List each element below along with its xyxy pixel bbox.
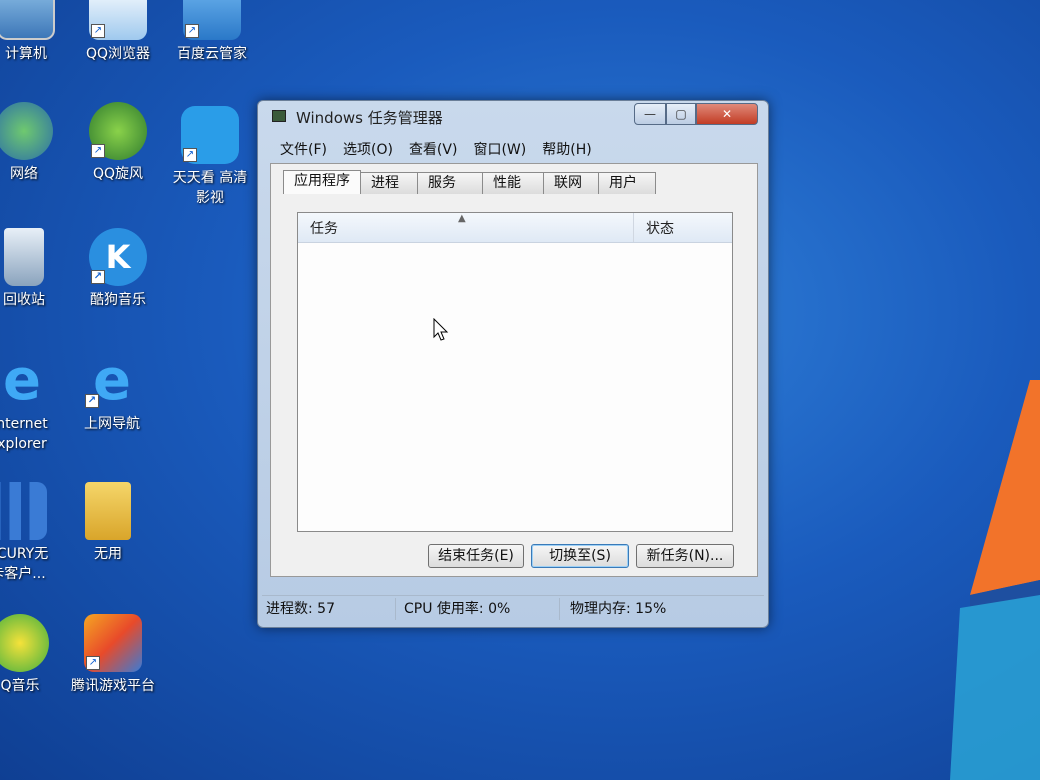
tab-applications[interactable]: 应用程序 <box>283 170 361 194</box>
desktop-icon-qq-whirlwind[interactable]: ↗ QQ旋风 <box>70 102 166 184</box>
desktop-icon-label: 天天看 高清 <box>172 170 248 186</box>
desktop-icon-label: RCURY无 <box>0 546 49 562</box>
column-header-status-label: 状态 <box>646 221 674 237</box>
status-bar: 进程数: 57 CPU 使用率: 0% 物理内存: 15% <box>262 595 764 621</box>
sort-ascending-icon: ▲ <box>458 213 466 224</box>
desktop-icon-label: QQ旋风 <box>92 166 144 182</box>
qq-music-icon <box>0 614 49 672</box>
title-bar[interactable]: Windows 任务管理器 — ▢ ✕ <box>258 101 768 133</box>
tab-strip: 应用程序 进程 服务 性能 联网 用户 <box>283 170 656 194</box>
list-header: ▲ 任务 状态 <box>298 213 732 243</box>
menu-options[interactable]: 选项(O) <box>343 139 393 159</box>
internet-explorer-icon: e ↗ <box>83 352 141 410</box>
video-player-icon: ↗ <box>181 106 239 164</box>
desktop-icon-label: 计算机 <box>5 46 47 62</box>
baidu-cloud-icon: ↗ <box>183 0 241 40</box>
status-physical-memory: 物理内存: 15% <box>570 600 667 617</box>
desktop-icon-label-line2: 卡客户... <box>0 566 46 582</box>
desktop-icon-mercury[interactable]: RCURY无 卡客户... <box>0 482 66 584</box>
desktop-icon-web-nav[interactable]: e ↗ 上网导航 <box>64 352 160 434</box>
qq-whirlwind-icon: ↗ <box>89 102 147 160</box>
close-button[interactable]: ✕ <box>696 103 758 125</box>
status-cpu-usage: CPU 使用率: 0% <box>396 597 560 620</box>
menu-file[interactable]: 文件(F) <box>280 139 327 159</box>
tab-performance[interactable]: 性能 <box>482 172 544 194</box>
network-icon <box>0 102 53 160</box>
shortcut-arrow-icon: ↗ <box>91 24 105 38</box>
desktop-icon-qq-browser[interactable]: ↗ QQ浏览器 <box>70 0 166 64</box>
desktop-icon-label: nternet <box>0 416 48 432</box>
content-panel: 应用程序 进程 服务 性能 联网 用户 ▲ 任务 状态 结束任务(E) 切换至(… <box>270 163 758 577</box>
desktop-icon-folder-unused[interactable]: 无用 <box>60 482 156 564</box>
task-manager-app-icon <box>272 110 286 122</box>
recycle-bin-icon <box>4 228 44 286</box>
desktop-icon-computer[interactable]: 计算机 <box>0 0 74 64</box>
desktop-icon-tiantiankan[interactable]: ↗ 天天看 高清 影视 <box>162 106 258 208</box>
shortcut-arrow-icon: ↗ <box>185 24 199 38</box>
maximize-button[interactable]: ▢ <box>666 103 696 125</box>
switch-to-button[interactable]: 切换至(S) <box>531 544 629 568</box>
desktop-icon-label-line2: xplorer <box>0 436 47 452</box>
desktop-icon-label: QQ浏览器 <box>85 46 151 62</box>
desktop-icon-label: 无用 <box>94 546 122 562</box>
tab-networking[interactable]: 联网 <box>543 172 599 194</box>
column-header-task[interactable]: ▲ 任务 <box>298 213 634 242</box>
windows-logo-wallpaper <box>950 380 1040 780</box>
desktop-icon-label: 酷狗音乐 <box>90 292 146 308</box>
window-title: Windows 任务管理器 <box>296 109 443 127</box>
kugou-music-icon: K ↗ <box>89 228 147 286</box>
shortcut-arrow-icon: ↗ <box>91 270 105 284</box>
desktop-icon-network[interactable]: 网络 <box>0 102 72 184</box>
new-task-button[interactable]: 新任务(N)... <box>636 544 734 568</box>
desktop-icon-label-line2: 影视 <box>196 190 224 206</box>
tab-services[interactable]: 服务 <box>417 172 483 194</box>
desktop-icon-label: 腾讯游戏平台 <box>71 678 155 694</box>
column-header-status[interactable]: 状态 <box>634 213 732 242</box>
desktop-icon-label: 网络 <box>10 166 38 182</box>
menu-window[interactable]: 窗口(W) <box>473 139 526 159</box>
folder-icon <box>85 482 131 540</box>
menu-help[interactable]: 帮助(H) <box>542 139 591 159</box>
minimize-button[interactable]: — <box>634 103 666 125</box>
desktop-icon-label: 百度云管家 <box>177 46 247 62</box>
desktop-icon-label: 回收站 <box>3 292 45 308</box>
desktop-icon-recycle-bin[interactable]: 回收站 <box>0 228 72 310</box>
menu-bar: 文件(F) 选项(O) 查看(V) 窗口(W) 帮助(H) <box>270 136 758 162</box>
desktop-icon-ie[interactable]: e nternet xplorer <box>0 352 70 454</box>
signal-bars-icon <box>0 482 47 540</box>
end-task-button[interactable]: 结束任务(E) <box>428 544 524 568</box>
mouse-pointer-icon <box>433 318 449 341</box>
tencent-games-icon: ↗ <box>84 614 142 672</box>
menu-view[interactable]: 查看(V) <box>409 139 458 159</box>
desktop-icon-baidu-cloud[interactable]: ↗ 百度云管家 <box>164 0 260 64</box>
shortcut-arrow-icon: ↗ <box>183 148 197 162</box>
computer-icon <box>0 0 55 40</box>
tab-processes[interactable]: 进程 <box>360 172 418 194</box>
column-header-task-label: 任务 <box>310 221 338 237</box>
shortcut-arrow-icon: ↗ <box>85 394 99 408</box>
tab-users[interactable]: 用户 <box>598 172 656 194</box>
shortcut-arrow-icon: ↗ <box>86 656 100 670</box>
desktop-icon-tencent-games[interactable]: ↗ 腾讯游戏平台 <box>58 614 168 696</box>
shortcut-arrow-icon: ↗ <box>91 144 105 158</box>
task-manager-window: Windows 任务管理器 — ▢ ✕ 文件(F) 选项(O) 查看(V) 窗口… <box>257 100 769 628</box>
desktop-icon-label: 上网导航 <box>84 416 140 432</box>
desktop-icon-kugou[interactable]: K ↗ 酷狗音乐 <box>70 228 166 310</box>
task-list[interactable]: ▲ 任务 状态 <box>297 212 733 532</box>
status-process-count: 进程数: 57 <box>262 597 396 620</box>
qq-browser-icon: ↗ <box>89 0 147 40</box>
internet-explorer-icon: e <box>3 348 41 413</box>
